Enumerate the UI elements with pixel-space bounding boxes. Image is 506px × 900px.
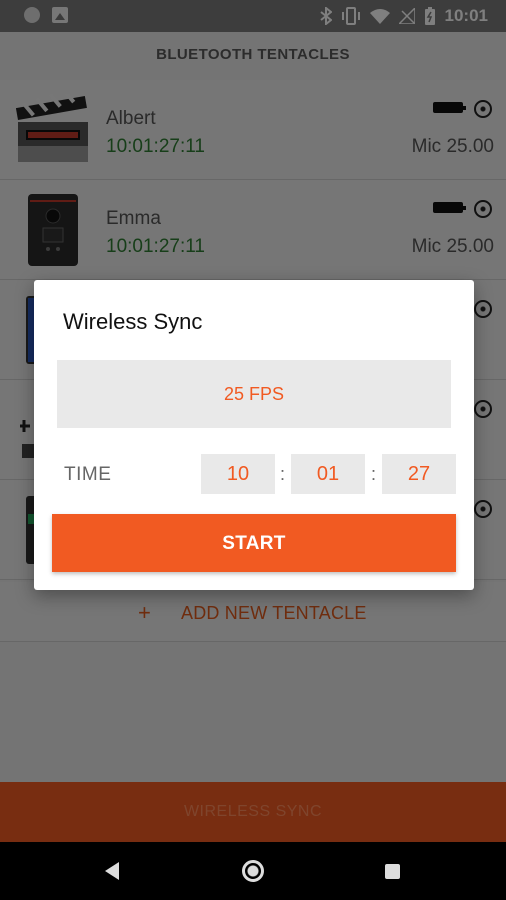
recents-icon[interactable] [385, 864, 400, 879]
hours-field[interactable]: 10 [201, 454, 275, 494]
system-nav-bar [0, 842, 506, 900]
time-label: TIME [64, 464, 112, 485]
wireless-sync-dialog: Wireless Sync 25 FPS TIME 10 : 01 : 27 S… [34, 280, 474, 590]
fps-value: 25 FPS [223, 384, 285, 404]
start-button[interactable]: START [52, 514, 456, 572]
fps-selector[interactable]: 25 FPS [57, 360, 451, 428]
minutes-field[interactable]: 01 [291, 454, 365, 494]
seconds-field[interactable]: 27 [382, 454, 456, 494]
time-separator: : [280, 464, 286, 484]
back-icon[interactable] [105, 862, 119, 880]
dialog-title: Wireless Sync [63, 309, 203, 334]
home-icon[interactable] [242, 860, 264, 882]
start-label: START [222, 533, 286, 554]
time-separator: : [371, 464, 377, 484]
